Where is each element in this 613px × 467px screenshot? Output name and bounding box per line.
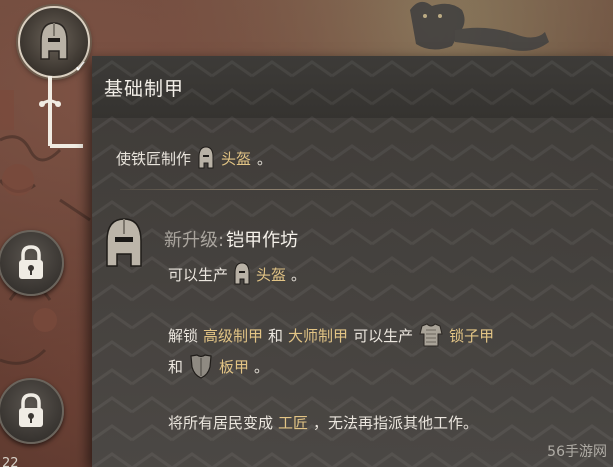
skill-node-locked-2[interactable] <box>0 378 64 444</box>
convert-suffix: ，无法再指派其他工作。 <box>313 414 479 432</box>
chainmail-link[interactable]: 锁子甲 <box>449 325 494 346</box>
unlock-word: 解锁 <box>168 326 199 345</box>
tooltip-title: 基础制甲 <box>104 78 185 100</box>
craftsman-link[interactable]: 工匠 <box>278 412 308 433</box>
helmet-icon <box>106 218 142 267</box>
divider <box>120 189 598 190</box>
unlock-suffix: 。 <box>254 357 270 376</box>
skill-tooltip: 基础制甲 使铁匠制作 头盔。 新升级: 铠甲作坊 可以生产 头盔。 解锁 高级制… <box>92 56 613 467</box>
upgrade-row: 新升级: 铠甲作坊 <box>164 226 298 252</box>
line1-suffix: 。 <box>257 149 273 168</box>
chainmail-icon <box>419 323 443 347</box>
tree-connector <box>38 76 83 148</box>
master-armor-link[interactable]: 大师制甲 <box>288 325 348 346</box>
produce-suffix: 。 <box>291 265 307 284</box>
lock-icon <box>19 393 43 427</box>
and-word: 和 <box>268 326 284 345</box>
lock-icon <box>19 245 43 279</box>
convert-line: 将所有居民变成 工匠 ，无法再指派其他工作。 <box>168 412 478 433</box>
plate-armor-link[interactable]: 板甲 <box>219 356 249 377</box>
advanced-armor-link[interactable]: 高级制甲 <box>203 325 263 346</box>
plate-armor-icon <box>190 354 212 379</box>
helmet-icon <box>198 146 214 169</box>
line1-prefix: 使铁匠制作 <box>116 149 192 168</box>
skill-node-locked-1[interactable] <box>0 230 64 296</box>
helmet-link[interactable]: 头盔 <box>256 264 286 285</box>
convert-prefix: 将所有居民变成 <box>168 414 274 432</box>
helmet-icon <box>40 22 68 60</box>
watermark: 56手游网 <box>547 444 607 460</box>
produce-line: 可以生产 头盔。 <box>168 262 306 286</box>
upgrade-name: 铠甲作坊 <box>226 230 299 251</box>
line-smith-makes: 使铁匠制作 头盔。 <box>116 146 272 170</box>
corner-number: 22 <box>2 456 19 467</box>
can-produce-word: 可以生产 <box>353 326 414 345</box>
helmet-link[interactable]: 头盔 <box>221 148 251 169</box>
and-word-2: 和 <box>168 357 184 376</box>
check-icon: ✓ <box>74 57 88 76</box>
unlock-line-2: 和 板甲。 <box>168 353 269 379</box>
upgrade-prefix: 新升级: <box>164 230 225 251</box>
produce-prefix: 可以生产 <box>168 265 229 284</box>
unlock-line: 解锁 高级制甲 和 大师制甲 可以生产 锁子甲 <box>168 322 494 348</box>
helmet-icon <box>234 262 250 285</box>
